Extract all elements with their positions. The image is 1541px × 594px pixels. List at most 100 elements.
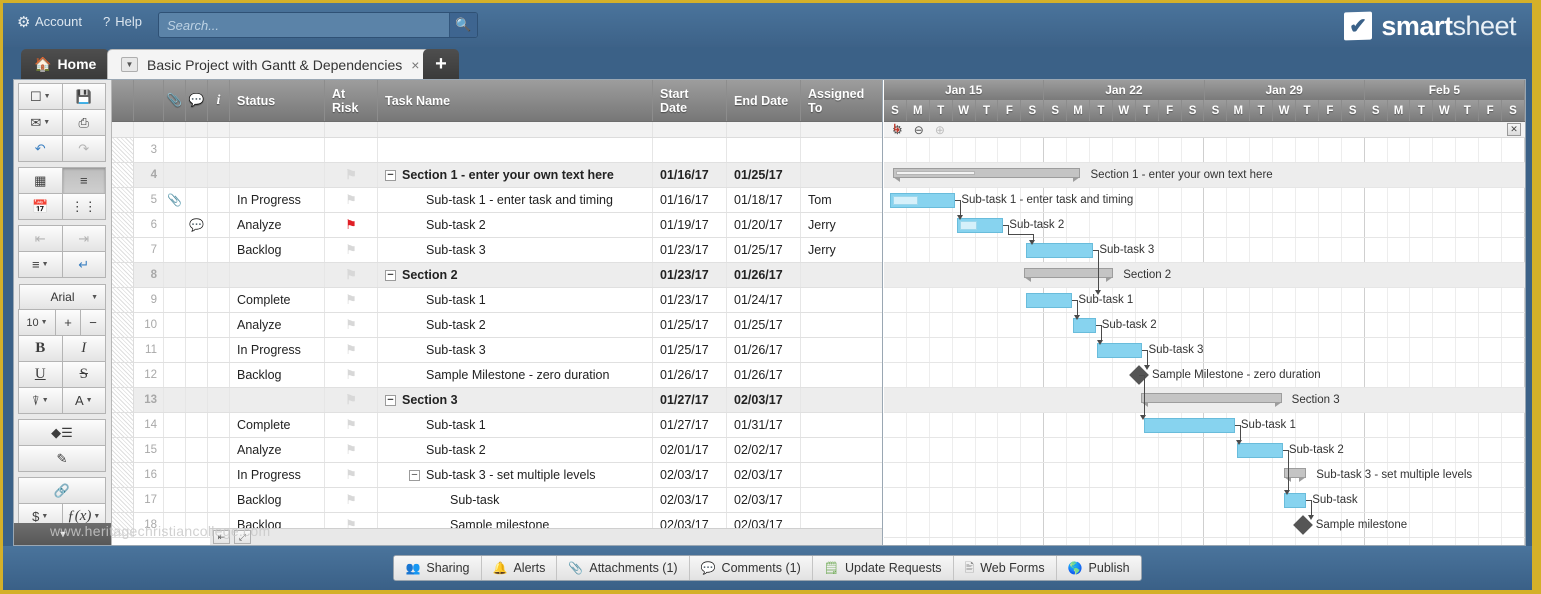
flag-icon[interactable]: ⚑	[345, 367, 357, 383]
row-number[interactable]: 15	[134, 438, 164, 462]
comment-cell[interactable]	[186, 288, 208, 312]
attachment-cell[interactable]	[164, 388, 186, 412]
status-cell[interactable]	[230, 388, 325, 412]
comment-cell[interactable]	[186, 238, 208, 262]
task-name-cell[interactable]: −Section 3	[378, 388, 653, 412]
search-input[interactable]	[159, 18, 449, 33]
start-date-cell[interactable]: 01/16/17	[653, 188, 727, 212]
start-date-cell[interactable]: 01/25/17	[653, 338, 727, 362]
start-date-column-header[interactable]: Start Date	[653, 80, 727, 121]
end-date-cell[interactable]: 02/02/17	[727, 438, 801, 462]
end-date-cell[interactable]: 01/25/17	[727, 313, 801, 337]
status-cell[interactable]: Complete	[230, 288, 325, 312]
row-number[interactable]: 13	[134, 388, 164, 412]
comments-button[interactable]: 💬Comments (1)	[690, 556, 813, 580]
table-row[interactable]: 15Analyze⚑Sub-task 202/01/1702/02/17	[112, 438, 882, 463]
comment-cell[interactable]	[186, 138, 208, 162]
at-risk-cell[interactable]: ⚑	[325, 313, 378, 337]
assigned-to-cell[interactable]: Jerry	[801, 238, 883, 262]
assigned-to-cell[interactable]	[801, 338, 883, 362]
comment-cell[interactable]	[186, 163, 208, 187]
undo-button[interactable]: ↶	[18, 135, 63, 162]
assigned-to-cell[interactable]	[801, 463, 883, 487]
attachment-cell[interactable]	[164, 263, 186, 287]
redo-button[interactable]: ↷	[62, 135, 107, 162]
status-cell[interactable]: Analyze	[230, 313, 325, 337]
attachment-cell[interactable]	[164, 513, 186, 537]
zoom-in-icon[interactable]: ⊕	[935, 124, 945, 136]
assigned-to-cell[interactable]	[801, 138, 883, 162]
at-risk-cell[interactable]: ⚑	[325, 288, 378, 312]
info-cell[interactable]	[208, 388, 230, 412]
attachment-cell[interactable]: 📎	[164, 188, 186, 212]
flag-icon[interactable]: ⚑	[345, 242, 357, 258]
flag-icon[interactable]: ⚑	[345, 192, 357, 208]
start-date-cell[interactable]	[653, 138, 727, 162]
row-number[interactable]: 16	[134, 463, 164, 487]
info-cell[interactable]	[208, 138, 230, 162]
task-name-cell[interactable]: Sample Milestone - zero duration	[378, 363, 653, 387]
account-menu[interactable]: Account	[17, 14, 82, 29]
font-size-select[interactable]: 10▼	[18, 309, 56, 336]
info-cell[interactable]	[208, 463, 230, 487]
format-painter-button[interactable]: ✎	[18, 445, 106, 472]
table-row[interactable]: 8⚑−Section 201/23/1701/26/17	[112, 263, 882, 288]
status-cell[interactable]: Analyze	[230, 213, 325, 237]
at-risk-cell[interactable]: ⚑	[325, 388, 378, 412]
end-date-cell[interactable]: 01/25/17	[727, 238, 801, 262]
gantt-view-button[interactable]: ≡	[62, 167, 107, 194]
indent-button[interactable]: ⇥	[62, 225, 107, 252]
start-date-cell[interactable]: 02/01/17	[653, 438, 727, 462]
info-cell[interactable]	[208, 488, 230, 512]
info-cell[interactable]	[208, 188, 230, 212]
row-number[interactable]: 3	[134, 138, 164, 162]
flag-icon[interactable]: ⚑	[345, 317, 357, 333]
calendar-view-button[interactable]: 📅	[18, 193, 63, 220]
at-risk-cell[interactable]: ⚑	[325, 463, 378, 487]
toolbar-collapse-handle[interactable]: ▼	[14, 523, 112, 545]
status-cell[interactable]: Backlog	[230, 363, 325, 387]
status-cell[interactable]: Backlog	[230, 488, 325, 512]
conditional-formatting-button[interactable]: ◆☰	[18, 419, 106, 446]
assigned-to-cell[interactable]	[801, 163, 883, 187]
alerts-button[interactable]: 🔔Alerts	[482, 556, 558, 580]
task-name-cell[interactable]: Sub-task 1	[378, 288, 653, 312]
row-number[interactable]: 17	[134, 488, 164, 512]
row-number[interactable]: 12	[134, 363, 164, 387]
at-risk-cell[interactable]: ⚑	[325, 163, 378, 187]
info-cell[interactable]	[208, 338, 230, 362]
collapse-expand-icon[interactable]: −	[385, 270, 396, 281]
end-date-cell[interactable]: 01/18/17	[727, 188, 801, 212]
flag-icon[interactable]: ⚑	[345, 167, 357, 183]
assigned-to-cell[interactable]	[801, 388, 883, 412]
row-number[interactable]: 6	[134, 213, 164, 237]
start-date-cell[interactable]: 01/27/17	[653, 388, 727, 412]
end-date-cell[interactable]: 01/26/17	[727, 363, 801, 387]
comment-cell[interactable]	[186, 363, 208, 387]
tab-sheet[interactable]: ▼ Basic Project with Gantt & Dependencie…	[107, 49, 430, 79]
status-cell[interactable]: Analyze	[230, 438, 325, 462]
assigned-to-column-header[interactable]: Assigned To	[801, 80, 883, 121]
flag-icon[interactable]: ⚑	[345, 267, 357, 283]
end-date-cell[interactable]: 01/25/17	[727, 163, 801, 187]
status-cell[interactable]: In Progress	[230, 463, 325, 487]
collapse-expand-icon[interactable]: −	[385, 395, 396, 406]
row-number-header[interactable]	[134, 80, 164, 121]
assigned-to-cell[interactable]	[801, 263, 883, 287]
row-number[interactable]: 4	[134, 163, 164, 187]
info-cell[interactable]	[208, 288, 230, 312]
send-email-button[interactable]: ✉▼	[18, 109, 63, 136]
flag-icon[interactable]: ⚑	[345, 342, 357, 358]
chevron-down-icon[interactable]: ▼	[121, 57, 138, 72]
attachment-cell[interactable]	[164, 338, 186, 362]
start-date-cell[interactable]: 01/25/17	[653, 313, 727, 337]
flag-icon[interactable]: ⚑	[345, 217, 357, 233]
comment-column-header[interactable]: 💬	[186, 80, 208, 121]
assigned-to-cell[interactable]	[801, 413, 883, 437]
start-date-cell[interactable]: 02/03/17	[653, 463, 727, 487]
card-view-button[interactable]: ⋮⋮	[62, 193, 107, 220]
row-number[interactable]: 5	[134, 188, 164, 212]
end-date-cell[interactable]: 02/03/17	[727, 388, 801, 412]
task-name-cell[interactable]: Sub-task 2	[378, 313, 653, 337]
task-name-cell[interactable]: Sub-task 1	[378, 413, 653, 437]
